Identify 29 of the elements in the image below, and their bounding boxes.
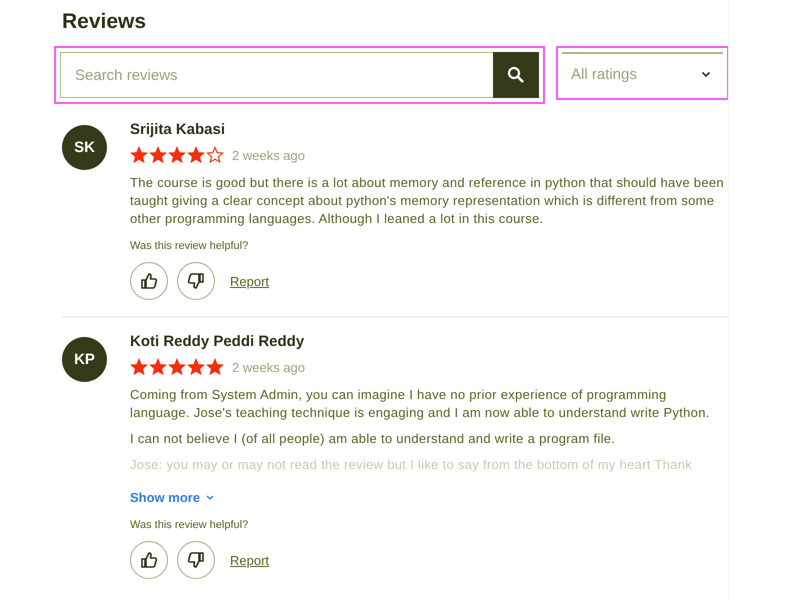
search-icon bbox=[507, 66, 525, 84]
report-link[interactable]: Report bbox=[230, 552, 270, 568]
review-text: The course is good but there is a lot about memory and reference in python that should have been taught giving a clear concept about python's memory representation which is different from some other programming languages. Although I leaned a lot in this course. bbox=[130, 174, 725, 228]
helpful-prompt: Was this review helpful? bbox=[130, 240, 250, 252]
thumbs-down-button[interactable] bbox=[177, 541, 215, 579]
thumbs-down-button[interactable] bbox=[177, 262, 215, 300]
avatar: KP bbox=[62, 337, 107, 382]
show-more-button[interactable]: Show more bbox=[130, 490, 214, 505]
review-text: Coming from System Admin, you can imagine I have no prior experience of programming language. Jose's teaching technique is engaging and I am now able to understand write Python. bbox=[130, 386, 711, 422]
thumbs-up-button[interactable] bbox=[130, 262, 168, 300]
report-link[interactable]: Report bbox=[230, 274, 270, 288]
thumbs-up-icon bbox=[139, 550, 159, 570]
search-field[interactable]: Search reviews bbox=[60, 52, 493, 98]
thumbs-down-icon bbox=[186, 550, 206, 570]
search-button[interactable] bbox=[493, 52, 539, 98]
chevron-down-icon bbox=[701, 70, 711, 78]
review-time: 2 weeks ago bbox=[232, 148, 305, 162]
review-text: I can not believe I (of all people) am able to understand and write a program file. bbox=[130, 430, 616, 448]
chevron-down-icon bbox=[206, 494, 214, 500]
thumbs-down-icon bbox=[186, 271, 206, 291]
page-heading: Reviews bbox=[62, 10, 148, 34]
avatar: SK bbox=[62, 125, 107, 170]
reviewer-name: Koti Reddy Peddi Reddy bbox=[130, 333, 306, 350]
helpful-prompt: Was this review helpful? bbox=[130, 519, 250, 531]
thumbs-up-icon bbox=[139, 271, 159, 291]
thumbs-up-button[interactable] bbox=[130, 541, 168, 579]
review-text: Jose: you may or may not read the review but I like to say from the bottom of my heart Thank bbox=[130, 456, 694, 474]
review-time: 2 weeks ago bbox=[232, 360, 305, 374]
reviewer-name: Srijita Kabasi bbox=[130, 121, 226, 138]
